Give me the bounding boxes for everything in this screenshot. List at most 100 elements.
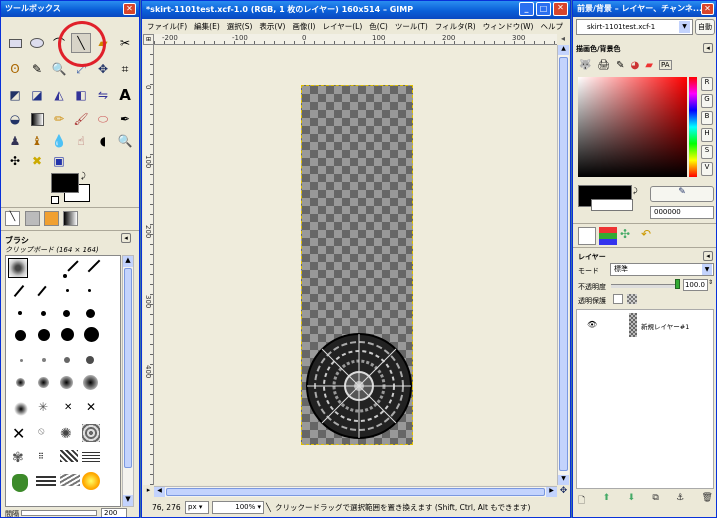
brush-item[interactable]: ⠿: [38, 452, 44, 461]
menu-help[interactable]: ヘルプ: [541, 20, 564, 34]
zoom-select[interactable]: 100% ▾: [212, 501, 264, 514]
brush-item[interactable]: [18, 311, 22, 315]
brush-item[interactable]: [14, 402, 28, 416]
scale-icon[interactable]: ◪: [27, 85, 47, 105]
spacing-slider[interactable]: [21, 510, 97, 516]
channels-tab-icon[interactable]: [599, 227, 617, 245]
brush-item[interactable]: [38, 377, 49, 388]
brushes-menu-button[interactable]: ◂: [121, 233, 131, 243]
wheel-icon[interactable]: ◕: [631, 60, 640, 71]
menu-file[interactable]: ファイル(F): [147, 20, 187, 34]
brush-item[interactable]: [60, 450, 78, 462]
gimp-selector-icon[interactable]: 🐺: [579, 60, 591, 71]
sun-brush[interactable]: [82, 472, 100, 490]
delete-layer-icon[interactable]: 🗑: [702, 493, 713, 507]
auto-button[interactable]: 自動: [695, 19, 715, 35]
lock-alpha-checkbox[interactable]: [613, 294, 623, 304]
channel-b[interactable]: B: [701, 111, 713, 125]
brush-item[interactable]: ✕: [64, 402, 72, 413]
color-picker-button[interactable]: ✎: [650, 186, 714, 202]
brush-item[interactable]: [88, 289, 91, 292]
brush-item[interactable]: [42, 358, 46, 362]
canvas-area[interactable]: [154, 45, 557, 485]
anchor-layer-icon[interactable]: ⚓: [676, 493, 684, 507]
menu-tools[interactable]: ツール(T): [395, 20, 428, 34]
opacity-slider[interactable]: [611, 284, 679, 288]
opacity-input[interactable]: 100.0: [683, 279, 708, 291]
cmyk-icon[interactable]: 🖨: [597, 60, 610, 71]
menu-select[interactable]: 選択(S): [227, 20, 253, 34]
brush-tab[interactable]: ╲: [5, 211, 20, 226]
scroll-right-icon[interactable]: ▶: [546, 487, 557, 497]
magnify-icon[interactable]: 🔍: [49, 59, 69, 79]
pattern-tab[interactable]: [44, 211, 59, 226]
menu-edit[interactable]: 編集(E): [194, 20, 220, 34]
channel-v[interactable]: V: [701, 162, 713, 176]
channel-s[interactable]: S: [701, 145, 713, 159]
menu-windows[interactable]: ウィンドウ(W): [483, 20, 534, 34]
layer-row[interactable]: 👁 新規レイヤー#1: [577, 312, 713, 338]
brush-preview-tab[interactable]: [25, 211, 40, 226]
brush-item[interactable]: [66, 289, 69, 292]
image-selector[interactable]: skirt-1101test.xcf-1 ▼: [576, 19, 693, 35]
ink-icon[interactable]: ♟: [5, 131, 25, 151]
eye-icon[interactable]: 👁: [587, 320, 597, 329]
color-square[interactable]: [578, 77, 687, 177]
airbrush-icon[interactable]: ✒: [115, 109, 135, 129]
maximize-icon[interactable]: □: [536, 2, 551, 16]
pepper-brush[interactable]: [12, 474, 28, 492]
vertical-scrollbar[interactable]: ▲ ▼: [557, 45, 569, 485]
brush-item[interactable]: [36, 474, 56, 486]
fg-color-swatch[interactable]: [51, 173, 79, 193]
rect-select-icon[interactable]: [5, 33, 25, 53]
channel-g[interactable]: G: [701, 94, 713, 108]
brush-item[interactable]: [60, 474, 80, 486]
eraser-icon[interactable]: ⬭: [93, 109, 113, 129]
gradient-tab[interactable]: [63, 211, 78, 226]
close-icon[interactable]: ✕: [123, 3, 136, 15]
dodge-burn-icon[interactable]: ◖: [93, 131, 113, 151]
paths-icon[interactable]: Ꙩ: [5, 59, 25, 79]
brush-item[interactable]: ✕: [86, 400, 96, 414]
lower-layer-icon[interactable]: ⬇: [627, 493, 635, 507]
crop-icon[interactable]: ⌗: [115, 59, 135, 79]
minimize-icon[interactable]: _: [519, 2, 534, 16]
pencil-icon[interactable]: ✏: [49, 109, 69, 129]
menu-view[interactable]: 表示(V): [259, 20, 285, 34]
layers-menu-button[interactable]: ◂: [703, 251, 713, 261]
watercolor-icon[interactable]: ✎: [616, 60, 624, 71]
brush-item[interactable]: [86, 356, 94, 364]
mode-select[interactable]: 標準 ▼: [610, 263, 714, 276]
scroll-thumb[interactable]: [124, 268, 132, 468]
brush-item[interactable]: [84, 327, 99, 342]
brush-item[interactable]: [64, 357, 70, 363]
image-canvas[interactable]: [301, 85, 413, 445]
opacity-handle[interactable]: [675, 279, 680, 289]
brush-item[interactable]: [67, 260, 79, 272]
menu-image[interactable]: 画像(I): [292, 20, 315, 34]
brush-item[interactable]: ✺: [60, 426, 72, 442]
brush-item[interactable]: ✳: [38, 400, 48, 414]
brush-item[interactable]: [37, 285, 47, 297]
blur-icon[interactable]: 💧: [49, 131, 69, 151]
brush-item[interactable]: ⦸: [38, 426, 45, 437]
hex-input[interactable]: 000000: [650, 206, 714, 219]
brush-item[interactable]: [60, 376, 73, 389]
close-icon[interactable]: ✕: [553, 2, 568, 16]
scroll-down-icon[interactable]: ▼: [123, 495, 133, 506]
new-layer-icon[interactable]: 🗋: [578, 493, 585, 507]
brush-scrollbar[interactable]: ▲ ▼: [122, 255, 134, 507]
zoom-fit-corner-icon[interactable]: ▸: [143, 486, 154, 497]
color-picker-icon[interactable]: ✎: [27, 59, 47, 79]
hue-strip[interactable]: [689, 77, 697, 177]
smudge-icon[interactable]: ☝: [71, 131, 91, 151]
ellipse-select-icon[interactable]: [27, 33, 47, 53]
scissors-icon[interactable]: ✂: [115, 33, 135, 53]
opacity-spinner[interactable]: ⇕: [708, 279, 713, 286]
blend-icon[interactable]: [27, 109, 47, 129]
unit-select[interactable]: px ▾: [185, 501, 209, 514]
bg-swatch[interactable]: [591, 199, 633, 211]
brush-item[interactable]: [16, 378, 25, 387]
brush-item[interactable]: [20, 359, 23, 362]
menu-colors[interactable]: 色(C): [369, 20, 388, 34]
